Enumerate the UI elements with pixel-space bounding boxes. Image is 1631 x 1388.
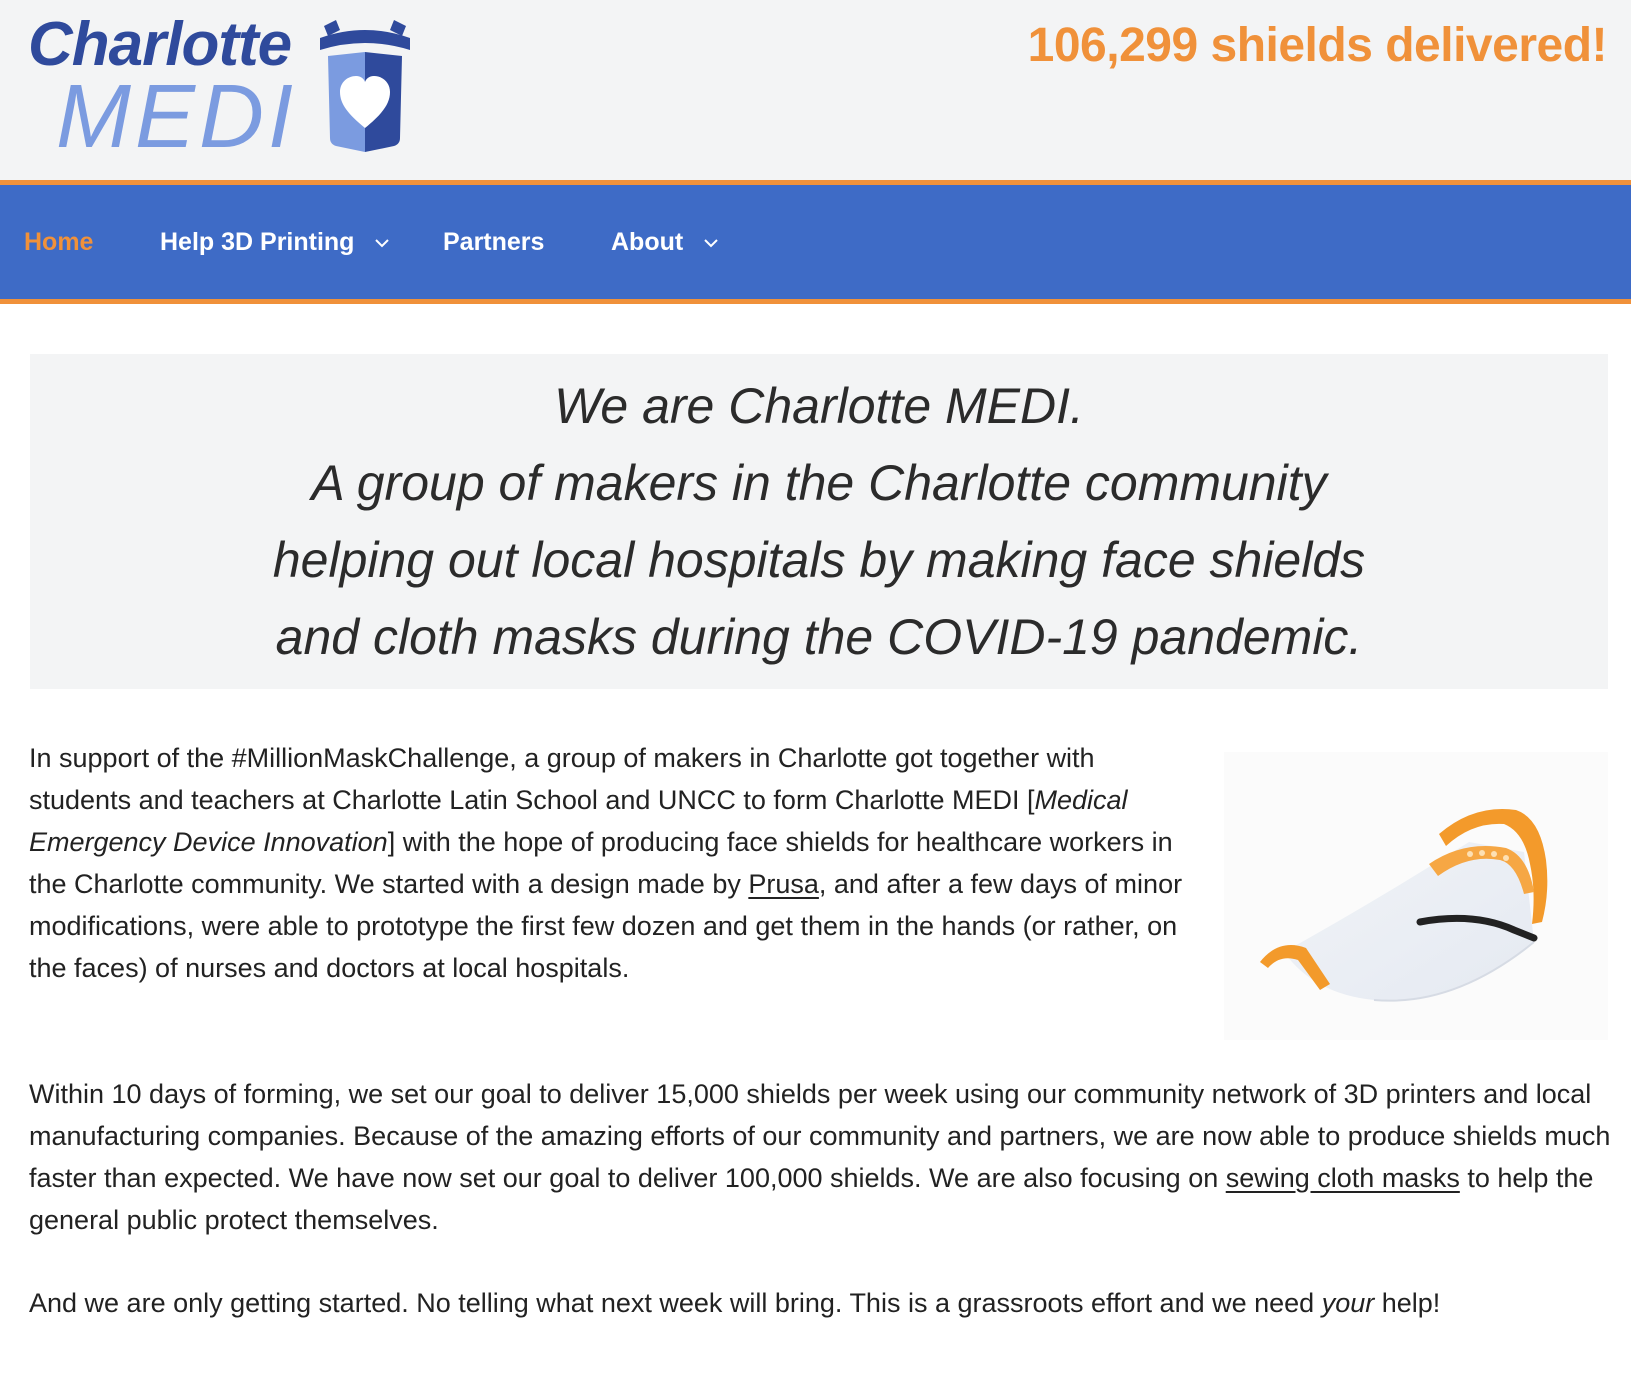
chevron-down-icon — [375, 239, 390, 248]
nav-item-label: Partners — [443, 228, 545, 256]
cta-text: help! — [1374, 1288, 1441, 1318]
nav-item-home[interactable]: Home — [24, 185, 93, 299]
nav-item-help-3d-printing[interactable]: Help 3D Printing — [160, 185, 390, 299]
nav-item-label: Home — [24, 228, 94, 256]
nav-item-label: About — [611, 228, 684, 256]
hero-banner: We are Charlotte MEDI. A group of makers… — [30, 354, 1608, 689]
site-logo[interactable]: Charlotte MEDI — [28, 10, 428, 167]
face-shield-photo — [1224, 752, 1608, 1040]
main-navigation: Home Help 3D Printing Partners About — [0, 180, 1631, 304]
intro-paragraph: In support of the #MillionMaskChallenge,… — [29, 737, 1199, 989]
logo-wordmark-medi: MEDI — [56, 67, 297, 167]
nav-item-label: Help 3D Printing — [160, 228, 355, 256]
shields-delivered-counter: 106,299 shields delivered! — [1027, 19, 1608, 72]
goals-paragraph: Within 10 days of forming, we set our go… — [29, 1073, 1619, 1241]
hero-line: helping out local hospitals by making fa… — [272, 532, 1366, 588]
prusa-link[interactable]: Prusa — [748, 869, 819, 899]
cta-text: And we are only getting started. No tell… — [29, 1288, 1322, 1318]
site-header: Charlotte MEDI 106,299 shields delivered… — [0, 0, 1631, 180]
hero-line: A group of makers in the Charlotte commu… — [311, 455, 1327, 511]
sewing-cloth-masks-link[interactable]: sewing cloth masks — [1226, 1163, 1460, 1193]
call-to-action-paragraph: And we are only getting started. No tell… — [29, 1282, 1619, 1324]
hero-line: and cloth masks during the COVID-19 pand… — [275, 609, 1363, 665]
cta-emphasis: your — [1321, 1288, 1375, 1318]
nav-item-about[interactable]: About — [611, 185, 718, 299]
hero-headline: We are Charlotte MEDI. — [554, 378, 1084, 434]
face-shield-heart-icon — [320, 20, 410, 152]
nav-item-partners[interactable]: Partners — [443, 185, 544, 299]
face-shield-image — [1260, 809, 1548, 1002]
chevron-down-icon — [704, 239, 718, 248]
intro-text: In support of the #MillionMaskChallenge,… — [29, 743, 1095, 815]
